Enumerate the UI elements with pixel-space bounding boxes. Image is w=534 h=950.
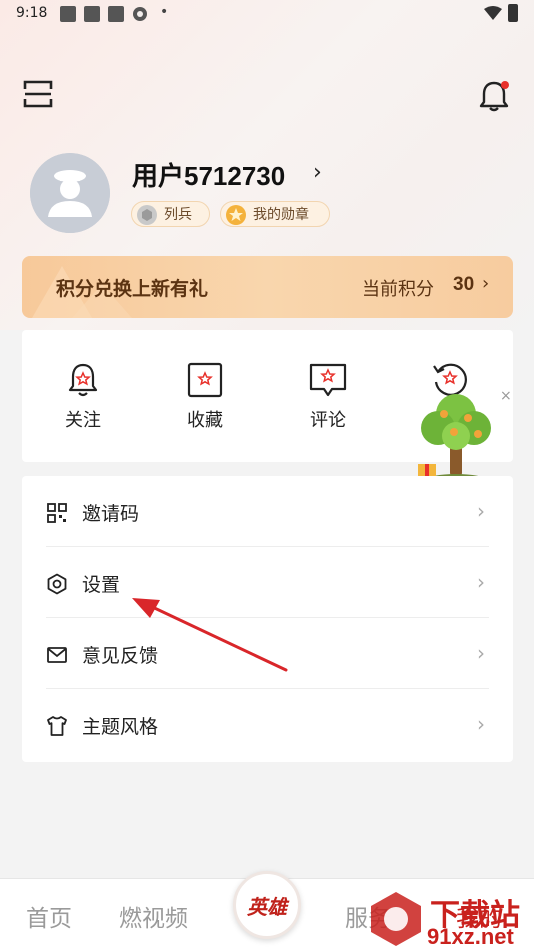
tab-hero-label: 英雄	[247, 894, 287, 919]
action-favorite-label: 收藏	[187, 410, 223, 431]
status-dot: •	[160, 4, 169, 20]
points-title: 积分兑换上新有礼	[56, 278, 209, 300]
battery-icon	[508, 4, 518, 22]
points-label: 当前积分	[362, 279, 434, 300]
widget-close-icon[interactable]: ×	[500, 388, 512, 404]
medal-badge[interactable]: 我的勋章	[220, 201, 330, 227]
shirt-icon	[47, 716, 67, 736]
hexagon-settings-icon	[47, 573, 67, 595]
bell-star-icon	[68, 363, 98, 397]
bookmark-star-icon	[187, 362, 223, 398]
action-favorite[interactable]: 收藏	[165, 360, 245, 440]
menu-item-label: 主题风格	[82, 716, 159, 738]
user-avatar-icon	[30, 153, 110, 233]
notification-icon	[60, 6, 76, 22]
menu-item-theme[interactable]: 主题风格 ›	[22, 689, 513, 760]
rank-badge-label: 列兵	[164, 207, 192, 223]
avatar[interactable]	[30, 153, 110, 233]
medal-badge-label: 我的勋章	[253, 207, 309, 223]
chevron-right-icon: ›	[477, 570, 485, 594]
action-comment-label: 评论	[310, 410, 346, 431]
menu-item-label: 邀请码	[82, 503, 140, 525]
notification-icon	[84, 6, 100, 22]
status-bar: 9:18 •	[0, 0, 534, 30]
watermark-logo-icon	[371, 892, 421, 946]
profile-chevron-icon[interactable]: ›	[313, 160, 322, 185]
rank-badge[interactable]: 列兵	[131, 201, 210, 227]
notification-badge	[501, 81, 509, 89]
chevron-right-icon: ›	[477, 712, 485, 736]
wifi-icon	[484, 6, 502, 20]
mail-icon	[47, 647, 67, 663]
chevron-right-icon: ›	[477, 641, 485, 665]
tab-home[interactable]: 首页	[26, 899, 72, 933]
annotation-arrow-icon	[132, 598, 288, 672]
menu-item-invite-code[interactable]: 邀请码 ›	[22, 476, 513, 547]
tab-hero-center[interactable]: 英雄	[233, 871, 301, 939]
notification-icon	[108, 6, 124, 22]
rank-icon	[137, 205, 157, 225]
medal-star-icon	[226, 205, 246, 225]
username[interactable]: 用户5712730	[132, 156, 285, 193]
watermark: 下载站 91xz.net	[365, 888, 530, 950]
chevron-right-icon: ›	[477, 499, 485, 523]
tree-reward-icon[interactable]	[414, 390, 498, 488]
points-value: 30	[453, 274, 475, 295]
watermark-url: 91xz.net	[427, 924, 514, 949]
qr-code-icon	[47, 503, 67, 523]
comment-star-icon	[309, 363, 347, 397]
action-follow-label: 关注	[65, 410, 101, 431]
action-comment[interactable]: 评论	[288, 360, 368, 440]
points-chevron-icon: ›	[482, 273, 490, 294]
aperture-icon	[133, 7, 147, 21]
action-follow[interactable]: 关注	[43, 360, 123, 440]
menu-item-label: 设置	[82, 574, 121, 596]
scan-icon[interactable]	[22, 78, 54, 110]
points-banner[interactable]: 积分兑换上新有礼 当前积分 30 ›	[22, 256, 513, 318]
status-time: 9:18	[16, 5, 48, 21]
tab-video[interactable]: 燃视频	[119, 899, 188, 933]
